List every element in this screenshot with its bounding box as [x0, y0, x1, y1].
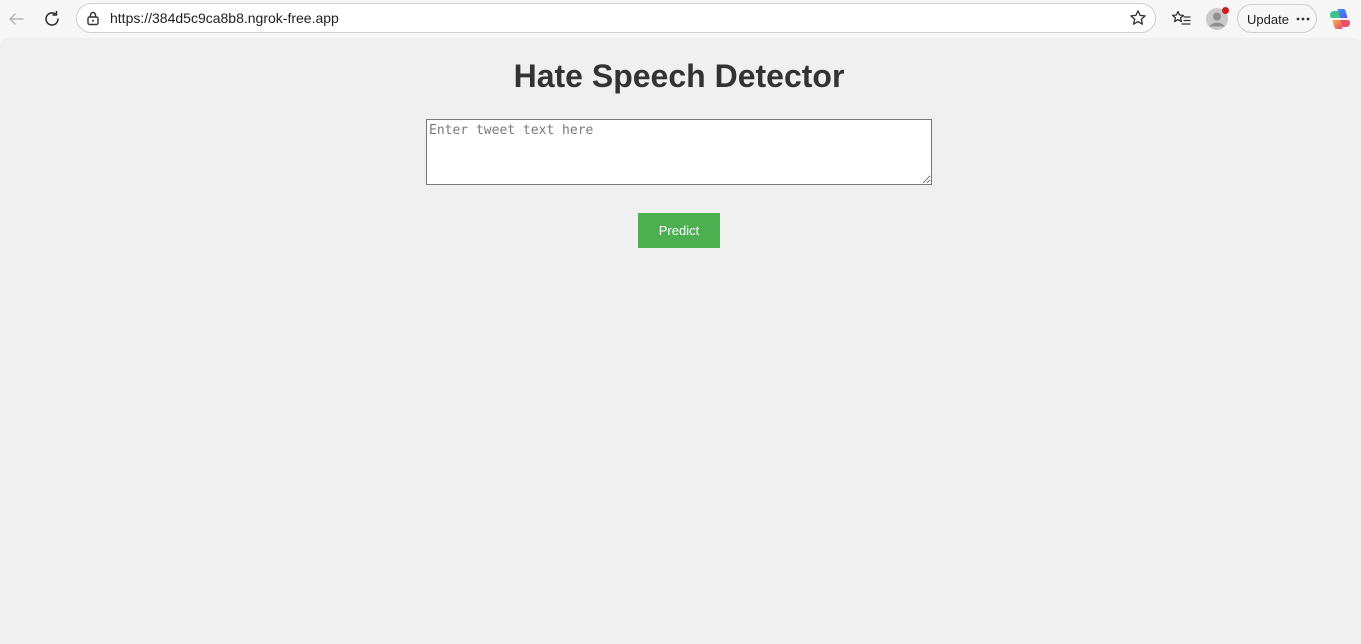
url-text[interactable]: https://384d5c9ca8b8.ngrok-free.app [110, 10, 339, 26]
predict-button[interactable]: Predict [638, 213, 720, 248]
page-title: Hate Speech Detector [513, 58, 845, 94]
address-bar[interactable]: https://384d5c9ca8b8.ngrok-free.app [76, 3, 1156, 33]
notification-dot [1222, 7, 1229, 14]
tweet-input[interactable] [426, 119, 932, 185]
favorites-icon[interactable] [1171, 9, 1191, 29]
lock-icon[interactable] [85, 10, 101, 26]
back-arrow-icon [9, 13, 24, 25]
star-icon[interactable] [1129, 9, 1147, 27]
browser-toolbar: https://384d5c9ca8b8.ngrok-free.app Upda… [0, 0, 1361, 38]
back-button[interactable] [3, 6, 29, 32]
update-label: Update [1247, 12, 1289, 27]
update-button[interactable]: Update [1237, 4, 1317, 33]
reload-button[interactable] [39, 6, 65, 32]
page-viewport: Hate Speech Detector Predict [0, 38, 1361, 644]
reload-icon [45, 10, 59, 26]
copilot-icon[interactable] [1328, 7, 1352, 31]
more-icon[interactable] [1295, 12, 1311, 26]
